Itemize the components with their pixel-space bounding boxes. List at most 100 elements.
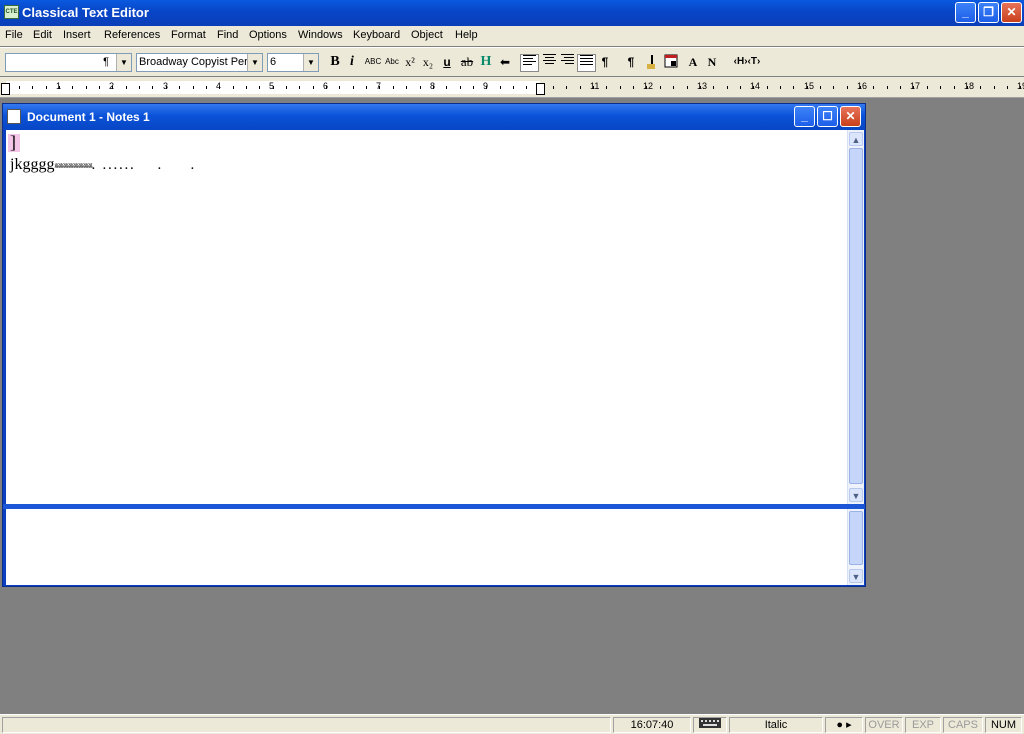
text-line-1: ] <box>10 132 16 152</box>
ruler-tick <box>433 86 434 89</box>
ruler-tick <box>273 86 274 89</box>
notes-scroll-thumb[interactable] <box>849 511 863 565</box>
subscript-button[interactable]: x₂ <box>420 54 436 72</box>
show-paragraph-marks-button[interactable]: ¶ <box>624 54 638 72</box>
ruler-tick <box>1007 86 1008 89</box>
align-left-button[interactable] <box>520 54 539 72</box>
ruler-tick <box>606 86 607 89</box>
scroll-up-icon[interactable]: ▲ <box>849 132 863 146</box>
align-right-icon <box>561 54 574 64</box>
chevron-down-icon[interactable]: ▼ <box>303 54 318 71</box>
scroll-down-icon[interactable]: ▼ <box>849 488 863 502</box>
ruler-tick <box>994 86 995 89</box>
ruler-tick <box>940 86 941 89</box>
ruler-tick <box>526 86 527 89</box>
ruler-tick <box>633 86 634 89</box>
menu-format[interactable]: Format <box>171 29 206 41</box>
ruler-tick <box>353 86 354 89</box>
menu-keyboard[interactable]: Keyboard <box>353 29 400 41</box>
app-title: Classical Text Editor <box>22 5 149 20</box>
ruler-tick <box>767 86 768 89</box>
left-indent-marker[interactable] <box>1 83 10 95</box>
ruler-tick <box>833 86 834 89</box>
chevron-down-icon[interactable]: ▼ <box>116 54 131 71</box>
ruler-tick <box>873 86 874 89</box>
caps-toggle-button[interactable]: Abc <box>383 54 401 72</box>
ruler-tick <box>420 86 421 89</box>
formatting-toolbar: ¶ ▼ Broadway Copyist Per ▼ 6 ▼ B i ABC A… <box>0 47 1024 76</box>
text-pane-scrollbar[interactable]: ▲ ▼ <box>847 130 864 504</box>
ruler-tick <box>286 86 287 89</box>
ruler-number: 18 <box>964 81 975 91</box>
ruler-tick <box>553 86 554 89</box>
menu-help[interactable]: Help <box>455 29 478 41</box>
menu-options[interactable]: Options <box>249 29 287 41</box>
ruler-tick <box>687 86 688 89</box>
notes-pane-scrollbar[interactable]: ▼ <box>847 509 864 585</box>
font-select[interactable]: Broadway Copyist Per ▼ <box>136 53 263 72</box>
align-right-button[interactable] <box>559 54 576 72</box>
superscript-button[interactable]: x² <box>402 54 418 72</box>
app-icon[interactable]: CTE <box>4 5 19 19</box>
ruler-number: 17 <box>910 81 921 91</box>
ruler-tick <box>513 86 514 89</box>
menu-find[interactable]: Find <box>217 29 238 41</box>
strikethrough-button[interactable]: ab <box>458 54 476 72</box>
status-num: NUM <box>985 717 1022 733</box>
document-title-bar[interactable]: Document 1 - Notes 1 _ ☐ ✕ <box>3 104 865 130</box>
menu-insert[interactable]: Insert <box>63 29 91 41</box>
small-caps-button[interactable]: ABC <box>364 54 382 72</box>
a-button[interactable]: A <box>686 54 700 72</box>
app-title-bar[interactable]: CTE Classical Text Editor _ ❐ ✕ <box>0 0 1024 26</box>
paragraph-direction-button[interactable]: ¶ <box>597 54 613 72</box>
align-center-button[interactable] <box>541 54 558 72</box>
n-button[interactable]: N <box>705 54 719 72</box>
italic-button[interactable]: i <box>346 54 358 72</box>
app-close-button[interactable]: ✕ <box>1001 2 1022 23</box>
font-size-select[interactable]: 6 ▼ <box>267 53 319 72</box>
ruler-tick <box>713 86 714 89</box>
underline-button[interactable]: u <box>441 54 453 72</box>
heading-button[interactable]: H <box>479 54 493 72</box>
note-icon[interactable] <box>644 54 660 72</box>
tags-button[interactable]: ‹H›‹T› <box>727 54 767 72</box>
doc-close-button[interactable]: ✕ <box>840 106 861 127</box>
text-pane[interactable] <box>6 130 847 504</box>
menu-file[interactable]: File <box>5 29 23 41</box>
right-indent-marker[interactable] <box>536 83 545 95</box>
font-select-value: Broadway Copyist Per <box>139 56 248 68</box>
menu-object[interactable]: Object <box>411 29 443 41</box>
ruler-tick <box>673 86 674 89</box>
arrow-left-icon[interactable]: ⬅ <box>497 54 513 72</box>
ruler-tick <box>166 86 167 89</box>
doc-minimize-button[interactable]: _ <box>794 106 815 127</box>
text-line-2-main: jkgggg <box>10 156 55 173</box>
ruler[interactable]: 123456789111213141516171819 <box>0 77 1024 98</box>
style-select[interactable]: ¶ ▼ <box>5 53 132 72</box>
text-line-2-dots: . . . . . . . . . <box>91 160 194 172</box>
chevron-down-icon[interactable]: ▼ <box>247 54 262 71</box>
window-icon[interactable] <box>663 54 679 72</box>
ruler-tick <box>406 86 407 89</box>
app-minimize-button[interactable]: _ <box>955 2 976 23</box>
notes-scroll-down-icon[interactable]: ▼ <box>849 569 863 583</box>
menu-references[interactable]: References <box>104 29 160 41</box>
ruler-tick <box>99 86 100 89</box>
doc-maximize-button[interactable]: ☐ <box>817 106 838 127</box>
menu-windows[interactable]: Windows <box>298 29 343 41</box>
ruler-tick <box>86 86 87 89</box>
ruler-number: 15 <box>804 81 815 91</box>
document-icon[interactable] <box>7 109 21 124</box>
notes-pane[interactable] <box>6 509 847 585</box>
scroll-thumb[interactable] <box>849 148 863 484</box>
ruler-tick <box>393 86 394 89</box>
bold-button[interactable]: B <box>328 54 342 72</box>
ruler-tick <box>460 86 461 89</box>
justify-button[interactable] <box>577 54 596 72</box>
ruler-tick <box>126 86 127 89</box>
menu-edit[interactable]: Edit <box>33 29 52 41</box>
app-restore-button[interactable]: ❐ <box>978 2 999 23</box>
ruler-tick <box>913 86 914 89</box>
ruler-tick <box>112 86 113 89</box>
document-window[interactable]: Document 1 - Notes 1 _ ☐ ✕ ▲ ▼ ▼ <box>2 103 866 587</box>
